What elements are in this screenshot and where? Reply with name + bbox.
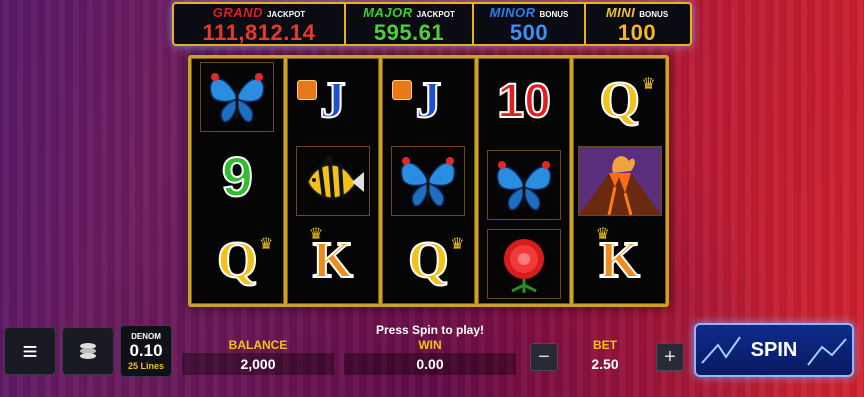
bet-decrease-button[interactable]: −	[530, 343, 558, 371]
butterfly-icon	[401, 157, 456, 207]
queen-symbol-text: Q	[407, 232, 449, 289]
queen-symbol-text: Q	[598, 72, 640, 129]
nine-symbol: 9	[195, 138, 279, 216]
minor-bonus-name: MINOR	[489, 5, 536, 20]
jack-symbol-text: J	[319, 72, 347, 129]
denomination-selector[interactable]: DENOM 0.10 25 Lines	[120, 325, 172, 377]
queen-symbol: Q ♛	[195, 222, 279, 300]
spin-button[interactable]: SPIN	[694, 323, 854, 377]
queen-symbol: Q ♛	[386, 222, 470, 300]
mini-bonus-value: 100	[617, 20, 657, 45]
butterfly-icon	[209, 73, 265, 123]
ten-symbol-text: 10	[496, 75, 551, 129]
ten-symbol: 10	[482, 63, 566, 141]
spin-label: SPIN	[750, 338, 798, 361]
bet-increase-button[interactable]: +	[656, 343, 684, 371]
win-display: WIN 0.00	[344, 338, 516, 375]
crown-icon: ♛	[308, 226, 324, 243]
coins-button[interactable]	[62, 327, 114, 375]
win-label: WIN	[418, 338, 442, 352]
coins-icon	[80, 343, 96, 359]
balance-label: BALANCE	[228, 338, 288, 352]
grand-jackpot-value: 111,812.14	[202, 20, 316, 45]
balance-display: BALANCE 2,000	[182, 338, 334, 375]
butterfly-symbol	[487, 149, 562, 220]
queen-symbol-text: Q	[216, 232, 258, 289]
reel-5: Q ♛ K ♛	[573, 58, 666, 304]
mini-bonus-tag: BONUS	[639, 10, 669, 19]
bet-display: BET 2.50	[560, 338, 650, 375]
mini-bonus-name: MINI	[605, 5, 636, 20]
king-symbol: K ♛	[291, 222, 375, 300]
menu-button[interactable]: ≡	[4, 327, 56, 375]
reel-3: J Q ♛	[382, 58, 475, 304]
reel-grid: 9 Q ♛ J K ♛ J Q ♛ 10 Q ♛ K ♛	[188, 55, 669, 307]
reel-1: 9 Q ♛	[191, 58, 284, 304]
minor-bonus: MINOR BONUS 500	[474, 4, 586, 45]
major-jackpot: MAJOR JACKPOT 595.61	[346, 4, 474, 45]
major-jackpot-name: MAJOR	[363, 5, 413, 20]
grand-jackpot-tag: JACKPOT	[266, 10, 306, 19]
volcano-symbol	[577, 146, 662, 216]
minor-bonus-value: 500	[509, 20, 549, 45]
jackpot-bar: GRAND JACKPOT 111,812.14 MAJOR JACKPOT 5…	[172, 2, 692, 46]
volcano-icon	[578, 147, 661, 215]
crown-icon: ♛	[595, 226, 611, 243]
queen-symbol: Q ♛	[578, 62, 662, 140]
grand-jackpot: GRAND JACKPOT 111,812.14	[174, 4, 346, 45]
major-jackpot-value: 595.61	[373, 20, 445, 45]
bet-value: 2.50	[591, 356, 619, 372]
lines-count: 25 Lines	[127, 360, 165, 371]
flower-symbol	[487, 228, 562, 299]
badge-icon	[392, 80, 413, 100]
win-value: 0.00	[344, 353, 516, 375]
crown-icon: ♛	[258, 236, 274, 253]
jack-symbol-text: J	[414, 72, 442, 129]
crown-icon: ♛	[641, 76, 656, 93]
mini-bonus: MINI BONUS 100	[586, 4, 688, 45]
jack-symbol: J	[291, 62, 375, 140]
reel-2: J K ♛	[286, 58, 380, 304]
bet-label: BET	[593, 338, 617, 352]
fish-symbol	[295, 146, 370, 216]
jack-symbol: J	[386, 62, 470, 140]
denom-value: 0.10	[129, 340, 163, 360]
butterfly-symbol	[391, 146, 466, 216]
menu-icon: ≡	[22, 336, 38, 366]
reel-4: 10	[477, 58, 571, 304]
major-jackpot-tag: JACKPOT	[416, 10, 455, 19]
crown-icon: ♛	[450, 236, 465, 253]
butterfly-symbol	[200, 62, 275, 132]
grand-jackpot-name: GRAND	[212, 5, 263, 20]
badge-icon	[296, 80, 317, 100]
denom-label: DENOM	[131, 331, 161, 341]
nine-symbol-text: 9	[221, 145, 254, 208]
minor-bonus-tag: BONUS	[539, 10, 569, 19]
red-flower-icon	[504, 238, 545, 293]
king-symbol: K ♛	[578, 222, 662, 300]
angelfish-icon	[307, 154, 364, 201]
spin-prompt: Press Spin to play!	[375, 323, 485, 337]
balance-value: 2,000	[182, 353, 334, 375]
butterfly-icon	[496, 160, 552, 211]
